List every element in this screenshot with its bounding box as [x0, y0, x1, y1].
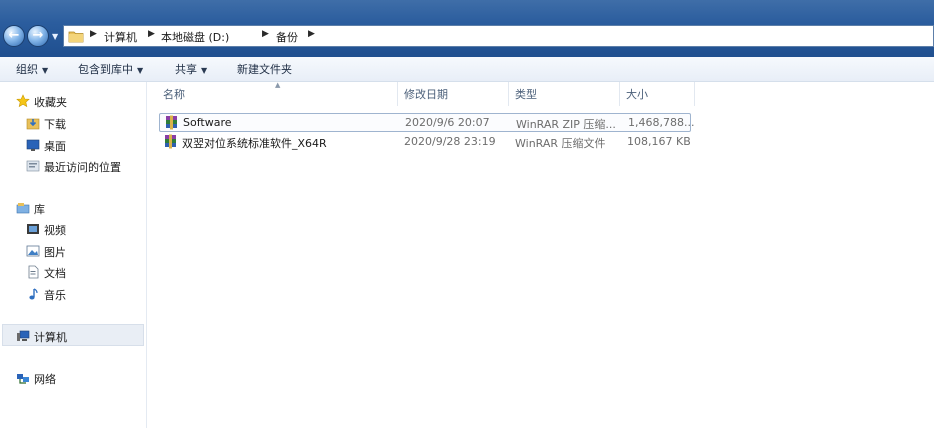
file-type: WinRAR 压缩文件 — [515, 137, 606, 150]
file-modified: 2020/9/28 23:19 — [404, 135, 496, 148]
back-button[interactable]: ← — [3, 25, 25, 47]
nav-favorites-label: 收藏夹 — [34, 96, 67, 109]
nav-videos-label: 视频 — [44, 224, 66, 237]
music-note-icon — [29, 288, 38, 300]
nav-music-label: 音乐 — [44, 289, 66, 302]
nav-computer-label: 计算机 — [34, 331, 67, 344]
breadcrumb-separator-icon[interactable]: ▶ — [148, 29, 155, 39]
nav-libraries-label: 库 — [34, 203, 45, 216]
share-label: 共享 — [175, 63, 197, 76]
file-type: WinRAR ZIP 压缩... — [516, 118, 616, 131]
folder-icon — [68, 31, 84, 43]
new-folder-button[interactable]: 新建文件夹 — [237, 61, 292, 77]
include-in-library-menu[interactable]: 包含到库中 ▼ — [78, 61, 143, 77]
chevron-down-icon: ▼ — [201, 66, 208, 75]
arrow-left-icon: ← — [8, 28, 20, 43]
column-divider[interactable] — [694, 82, 695, 106]
recent-pages-dropdown-icon[interactable]: ▼ — [52, 32, 58, 41]
breadcrumb-backup[interactable]: 备份 — [276, 29, 298, 45]
file-size: 1,468,788... — [628, 116, 695, 129]
column-divider[interactable] — [508, 82, 509, 106]
network-icon — [17, 374, 29, 384]
column-header-modified[interactable]: 修改日期 — [404, 86, 448, 106]
organize-label: 组织 — [16, 63, 38, 76]
file-name[interactable]: Software — [183, 116, 232, 129]
nav-pictures-label: 图片 — [44, 246, 66, 259]
organize-menu[interactable]: 组织 ▼ — [16, 61, 48, 77]
address-bar[interactable]: ▶ 计算机 ▶ 本地磁盘 (D:) ▶ 备份 ▶ — [63, 25, 934, 47]
document-icon — [28, 265, 39, 279]
recent-places-icon — [26, 160, 40, 172]
chevron-down-icon: ▼ — [137, 66, 144, 75]
video-icon — [27, 224, 39, 234]
share-menu[interactable]: 共享 ▼ — [175, 61, 207, 77]
computer-icon — [17, 330, 30, 341]
column-header-name[interactable]: 名称 — [163, 86, 185, 106]
breadcrumb-drive-d[interactable]: 本地磁盘 (D:) — [161, 29, 229, 45]
file-name[interactable]: 双翌对位系统标准软件_X64R — [182, 135, 327, 151]
forward-button[interactable]: → — [27, 25, 49, 47]
nav-desktop-label: 桌面 — [44, 140, 66, 153]
picture-icon — [26, 245, 40, 257]
star-icon — [16, 94, 30, 108]
nav-recent-label: 最近访问的位置 — [44, 161, 121, 174]
breadcrumb-separator-icon[interactable]: ▶ — [262, 29, 269, 39]
nav-documents-label: 文档 — [44, 267, 66, 280]
sort-ascending-icon: ▲ — [275, 81, 281, 89]
breadcrumb-separator-icon[interactable]: ▶ — [308, 29, 315, 39]
winrar-archive-icon — [166, 115, 177, 130]
nav-network-label: 网络 — [34, 373, 56, 386]
downloads-folder-icon — [26, 118, 40, 130]
navigation-pane: 收藏夹 下载 桌面 最近访问的位置 库 视频 图片 文档 音乐 计算机 网络 — [0, 82, 147, 428]
column-divider[interactable] — [619, 82, 620, 106]
breadcrumb-computer[interactable]: 计算机 — [104, 29, 137, 45]
file-list: 名称 ▲ 修改日期 类型 大小 Software 2020/9/6 20:07 … — [147, 81, 934, 428]
include-in-library-label: 包含到库中 — [78, 63, 133, 76]
title-bar: ← → ▼ ▶ 计算机 ▶ 本地磁盘 (D:) ▶ 备份 ▶ — [0, 0, 934, 57]
nav-downloads-label: 下载 — [44, 118, 66, 131]
chevron-down-icon: ▼ — [42, 66, 49, 75]
column-header-size[interactable]: 大小 — [626, 86, 648, 106]
library-icon — [16, 203, 30, 214]
column-divider[interactable] — [397, 82, 398, 106]
file-modified: 2020/9/6 20:07 — [405, 116, 490, 129]
column-header-type[interactable]: 类型 — [515, 86, 537, 106]
desktop-icon — [26, 139, 40, 151]
breadcrumb-separator-icon[interactable]: ▶ — [90, 29, 97, 39]
command-bar: 组织 ▼ 包含到库中 ▼ 共享 ▼ 新建文件夹 — [0, 57, 934, 82]
file-row[interactable]: 双翌对位系统标准软件_X64R 2020/9/28 23:19 WinRAR 压… — [159, 133, 691, 152]
file-size: 108,167 KB — [627, 135, 691, 148]
arrow-right-icon: → — [32, 28, 44, 43]
file-row[interactable]: Software 2020/9/6 20:07 WinRAR ZIP 压缩...… — [159, 113, 695, 132]
winrar-archive-icon — [165, 134, 176, 149]
